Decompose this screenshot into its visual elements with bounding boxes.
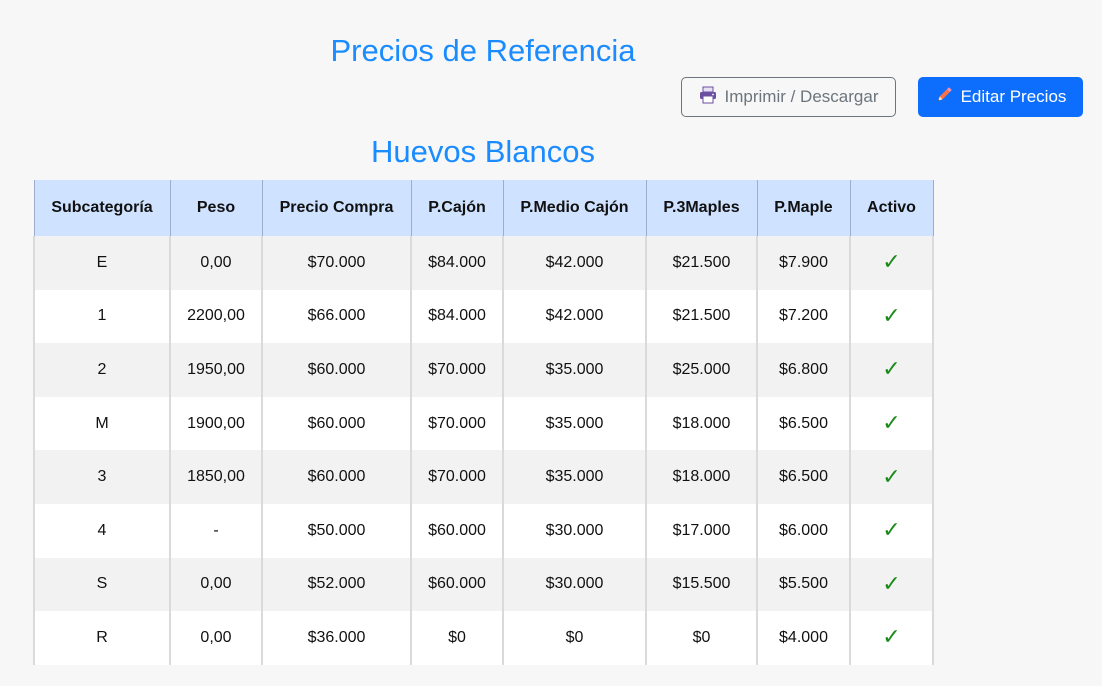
page-title: Precios de Referencia — [330, 33, 636, 68]
section-title: Huevos Blancos — [370, 134, 595, 169]
cell-peso: 1850,00 — [169, 450, 263, 504]
cell-subcategoria: 1 — [33, 289, 171, 344]
print-download-button[interactable]: Imprimir / Descargar — [681, 77, 896, 117]
cell-activo: ✓ — [849, 289, 934, 344]
cell-p-medio-cajon: $35.000 — [502, 343, 647, 397]
cell-activo: ✓ — [849, 236, 934, 290]
cell-subcategoria: 4 — [33, 503, 171, 558]
print-download-label: Imprimir / Descargar — [724, 87, 879, 106]
cell-precio-compra: $60.000 — [261, 343, 412, 397]
cell-subcategoria: R — [33, 611, 171, 665]
cell-p-3maples: $18.000 — [645, 450, 758, 504]
column-header-activo: Activo — [849, 180, 934, 236]
cell-peso: 0,00 — [169, 611, 263, 665]
cell-p-maple: $4.000 — [756, 611, 851, 665]
cell-activo: ✓ — [849, 343, 934, 397]
cell-p-maple: $6.500 — [756, 396, 851, 451]
cell-p-maple: $7.200 — [756, 289, 851, 344]
cell-p-3maples: $25.000 — [645, 343, 758, 397]
cell-peso: 0,00 — [169, 236, 263, 290]
cell-subcategoria: 3 — [33, 450, 171, 504]
check-icon: ✓ — [882, 518, 901, 544]
column-header-p-medio-cajon: P.Medio Cajón — [502, 180, 647, 236]
table-row: 3 1850,00 $60.000 $70.000 $35.000 $18.00… — [33, 450, 934, 504]
table-row: 2 1950,00 $60.000 $70.000 $35.000 $25.00… — [33, 343, 934, 397]
check-icon: ✓ — [882, 250, 901, 276]
cell-peso: 1900,00 — [169, 396, 263, 451]
cell-peso: - — [169, 503, 263, 558]
cell-activo: ✓ — [849, 611, 934, 665]
cell-precio-compra: $60.000 — [261, 450, 412, 504]
column-header-peso: Peso — [169, 180, 263, 236]
table-row: R 0,00 $36.000 $0 $0 $0 $4.000 ✓ — [33, 611, 934, 665]
cell-peso: 2200,00 — [169, 289, 263, 344]
cell-p-cajon: $60.000 — [410, 503, 504, 558]
cell-precio-compra: $70.000 — [261, 236, 412, 290]
column-header-subcategoria: Subcategoría — [33, 180, 171, 236]
check-icon: ✓ — [882, 464, 901, 490]
cell-p-medio-cajon: $42.000 — [502, 289, 647, 344]
check-icon: ✓ — [882, 357, 901, 383]
table-row: E 0,00 $70.000 $84.000 $42.000 $21.500 $… — [33, 236, 934, 290]
check-icon: ✓ — [882, 571, 901, 597]
table-header-row: Subcategoría Peso Precio Compra P.Cajón … — [33, 180, 934, 236]
cell-precio-compra: $36.000 — [261, 611, 412, 665]
cell-p-cajon: $70.000 — [410, 396, 504, 451]
cell-p-3maples: $0 — [645, 611, 758, 665]
cell-p-cajon: $84.000 — [410, 236, 504, 290]
check-icon: ✓ — [882, 303, 901, 329]
cell-p-3maples: $17.000 — [645, 503, 758, 558]
column-header-precio-compra: Precio Compra — [261, 180, 412, 236]
cell-p-cajon: $70.000 — [410, 450, 504, 504]
cell-activo: ✓ — [849, 557, 934, 612]
cell-precio-compra: $60.000 — [261, 396, 412, 451]
table-row: M 1900,00 $60.000 $70.000 $35.000 $18.00… — [33, 396, 934, 451]
cell-p-3maples: $21.500 — [645, 236, 758, 290]
cell-p-3maples: $21.500 — [645, 289, 758, 344]
cell-p-3maples: $18.000 — [645, 396, 758, 451]
cell-activo: ✓ — [849, 450, 934, 504]
cell-subcategoria: E — [33, 236, 171, 290]
printer-icon — [699, 86, 717, 109]
cell-p-cajon: $60.000 — [410, 557, 504, 612]
table-row: 1 2200,00 $66.000 $84.000 $42.000 $21.50… — [33, 289, 934, 344]
cell-p-medio-cajon: $30.000 — [502, 503, 647, 558]
cell-subcategoria: 2 — [33, 343, 171, 397]
table-row: S 0,00 $52.000 $60.000 $30.000 $15.500 $… — [33, 557, 934, 612]
cell-p-medio-cajon: $35.000 — [502, 396, 647, 451]
pencil-icon — [935, 86, 953, 109]
cell-p-medio-cajon: $30.000 — [502, 557, 647, 612]
cell-p-3maples: $15.500 — [645, 557, 758, 612]
cell-p-medio-cajon: $0 — [502, 611, 647, 665]
column-header-p-maple: P.Maple — [756, 180, 851, 236]
check-icon: ✓ — [882, 411, 901, 437]
cell-peso: 1950,00 — [169, 343, 263, 397]
cell-precio-compra: $66.000 — [261, 289, 412, 344]
column-header-p-cajon: P.Cajón — [410, 180, 504, 236]
cell-p-maple: $6.500 — [756, 450, 851, 504]
cell-p-medio-cajon: $42.000 — [502, 236, 647, 290]
cell-p-maple: $5.500 — [756, 557, 851, 612]
cell-subcategoria: S — [33, 557, 171, 612]
cell-p-cajon: $84.000 — [410, 289, 504, 344]
cell-precio-compra: $52.000 — [261, 557, 412, 612]
cell-activo: ✓ — [849, 503, 934, 558]
prices-table: Subcategoría Peso Precio Compra P.Cajón … — [33, 180, 934, 665]
cell-p-maple: $6.800 — [756, 343, 851, 397]
cell-precio-compra: $50.000 — [261, 503, 412, 558]
cell-p-maple: $6.000 — [756, 503, 851, 558]
cell-p-cajon: $0 — [410, 611, 504, 665]
table-row: 4 - $50.000 $60.000 $30.000 $17.000 $6.0… — [33, 503, 934, 558]
check-icon: ✓ — [882, 625, 901, 651]
cell-subcategoria: M — [33, 396, 171, 451]
cell-p-medio-cajon: $35.000 — [502, 450, 647, 504]
cell-activo: ✓ — [849, 396, 934, 451]
edit-prices-button[interactable]: Editar Precios — [918, 77, 1083, 117]
cell-p-cajon: $70.000 — [410, 343, 504, 397]
cell-peso: 0,00 — [169, 557, 263, 612]
edit-prices-label: Editar Precios — [960, 87, 1067, 106]
column-header-p-3maples: P.3Maples — [645, 180, 758, 236]
cell-p-maple: $7.900 — [756, 236, 851, 290]
